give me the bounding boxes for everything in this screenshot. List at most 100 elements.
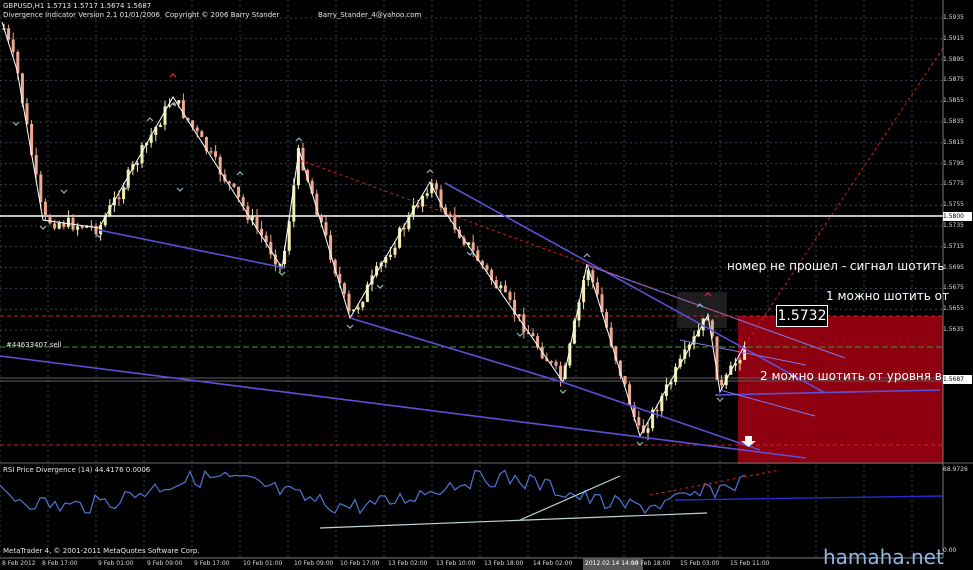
candle-body [554,361,558,366]
candle-body [43,201,47,216]
time-tick-label: 9 Feb 09:00 [147,560,183,567]
arrow-up-icon [146,117,154,122]
arrow-down-icon [516,332,524,337]
candle-body [655,409,659,412]
price-label-box: 1.5732 [776,305,828,327]
price-tick-label: 1.5915 [943,34,964,42]
candle-body [595,282,599,295]
candle-body [135,163,139,165]
time-tick-label: 9 Feb 01:00 [98,560,134,567]
price-tick-label: 1.5755 [943,201,964,209]
candle-body [421,195,425,207]
price-tick-label: 1.5735 [943,222,964,229]
time-tick-label: 15 Feb 11:00 [730,560,770,567]
time-tick-label: 10 Feb 09:00 [294,560,334,567]
candle-body [39,174,43,202]
price-tick-label: 1.5795 [943,159,964,167]
arrow-down-icon [559,389,567,394]
arrow-up-icon [583,253,591,258]
time-tick-label: 8 Feb 2012 [2,560,36,567]
price-tick-label: 1.5715 [943,242,964,250]
rsi-scale-bottom: 0.00 [943,547,957,554]
price-tick-label: 1.5855 [943,97,964,105]
candle-body [485,265,489,270]
rsi-title: RSI Price Divergence (14) 44.4176 0.0006 [3,466,151,474]
price-tick-label: 1.5675 [943,284,964,292]
candle-body [76,226,80,230]
current-price-box: 1.5687 [943,375,972,384]
candle-body [195,127,199,132]
price-chart[interactable] [0,0,973,570]
time-tick-label: 9 Feb 17:00 [194,560,230,567]
time-tick-label: 13 Feb 10:00 [436,560,476,567]
time-tick-label: 15 Feb 03:00 [680,560,720,567]
candle-body [11,39,15,52]
rsi-red-line [649,469,781,496]
symbol-info: GBPUSD,H1 1.5713 1.5717 1.5674 1.5687 [3,2,152,10]
candle-body [232,183,236,187]
arrow-down-icon [176,187,184,192]
time-tick-label: 8 Feb 17:00 [42,560,78,567]
candle-body [434,183,438,190]
candle-body [66,217,70,227]
time-tick-label: 13 Feb 18:00 [484,560,524,567]
candle-body [425,193,429,196]
candle-body [48,215,52,224]
entry1-annotation: 1 можно шотить от [826,289,949,303]
white-level-price-box: 1.5800 [943,212,972,221]
arrow-up-icon [295,137,303,142]
zigzag-line [1,21,746,438]
indicator-info: Divergence Indicator Version 2.1 01/01/2… [3,11,160,19]
candle-body [324,222,328,236]
price-tick-label: 1.5775 [943,180,964,188]
arrow-down-icon [39,225,47,230]
candle-body [237,186,241,198]
candle-body [57,222,61,229]
price-tick-label: 1.5815 [943,138,964,146]
price-tick-label: 1.5875 [943,76,964,84]
candle-body [388,254,392,258]
candle-body [80,226,84,228]
candle-body [637,417,641,426]
candle-body [531,333,535,337]
candle-body [738,359,742,364]
candle-body [361,301,365,308]
candle-body [214,151,218,157]
price-tick-label: 1.5935 [943,14,964,21]
time-tick-label: 14 Feb 02:00 [533,560,573,567]
candle-body [122,187,126,200]
price-tick-label: 1.5895 [943,55,964,63]
price-tick-label: 1.5695 [943,263,964,271]
price-tick-label: 1.5835 [943,118,964,125]
arrow-down-icon [376,284,384,289]
time-tick-label: 13 Feb 02:00 [388,560,428,567]
candle-body [398,227,402,248]
signal-annotation: номер не прошел - сигнал шотить [727,259,945,273]
rsi-scale-top: 68.9726 [943,466,968,473]
arrow-up-icon [169,73,177,78]
arrow-up-icon [236,171,244,176]
arrow-down-icon [346,324,354,329]
candle-body [342,283,346,294]
copyright-text: Copyright © 2006 Barry Stander [165,11,280,19]
candle-body [503,285,507,293]
candle-body [200,131,204,138]
candle-body [7,28,11,40]
price-tick-label: 1.5655 [943,305,964,313]
rsi-divergence-lines [319,475,708,529]
candle-body [517,314,521,316]
trading-terminal-chart-window: { "header": { "symbol_line": "GBPUSD,H1 … [0,0,973,570]
divergence-arrows [12,73,724,446]
arrow-down-icon [716,397,724,402]
arrow-down-icon [60,189,68,194]
candle-body [117,197,121,200]
arrow-down-icon [466,251,474,256]
order-label: #44633407 sell [6,341,62,349]
time-tick-label: 14 Feb 18:00 [631,560,671,567]
candle-body [158,124,162,128]
candle-body [393,247,397,255]
candle-body [471,242,475,251]
chart-grid [0,0,943,558]
rsi-line [0,469,746,515]
time-tick-label: 10 Feb 01:00 [243,560,283,567]
